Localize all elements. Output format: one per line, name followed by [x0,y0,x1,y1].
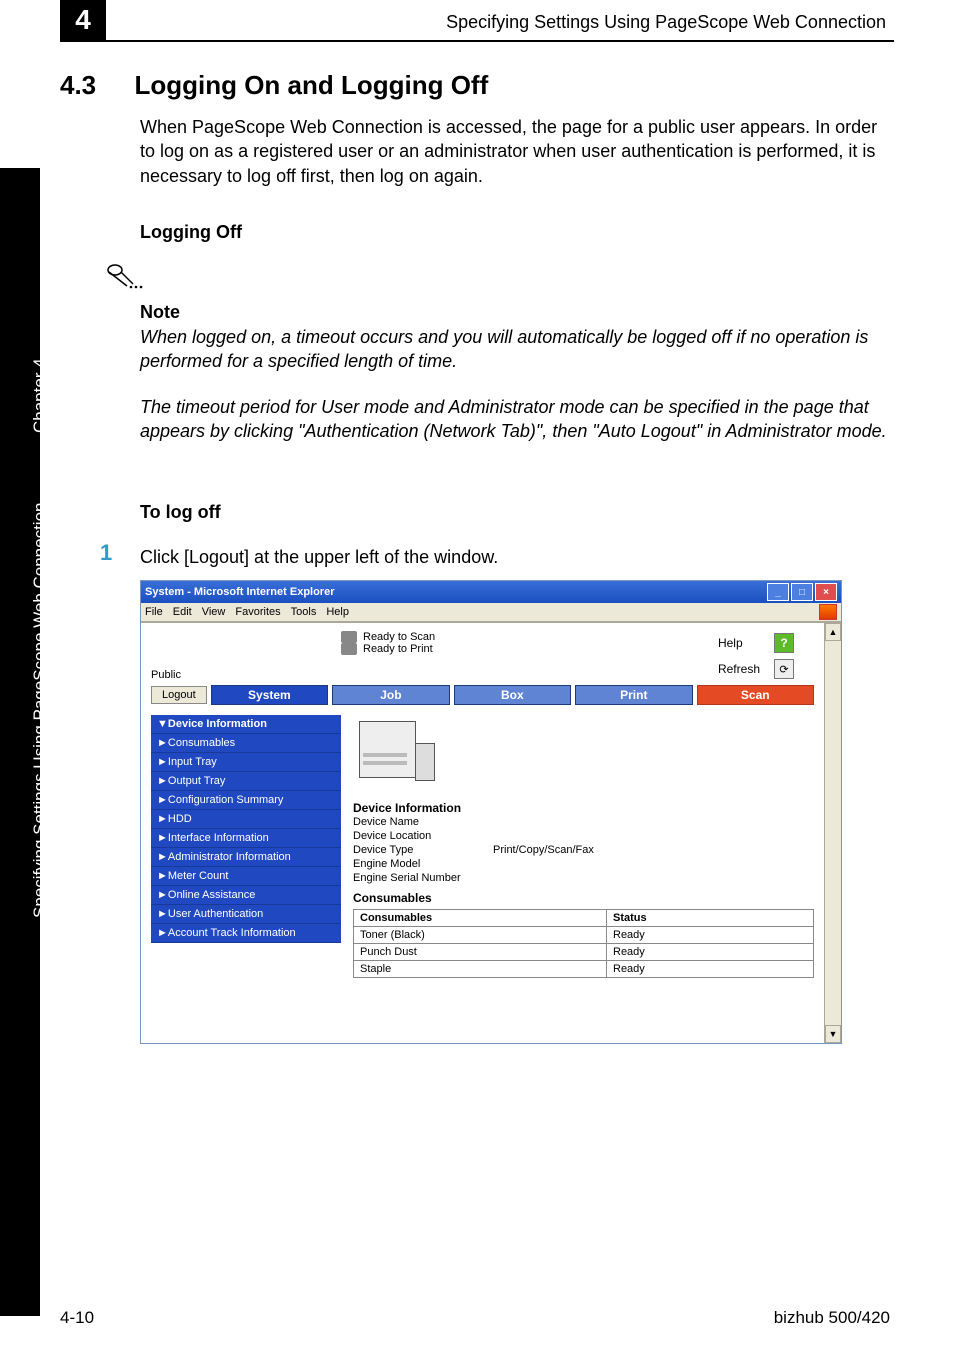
nav-admin-info[interactable]: ►Administrator Information [151,848,341,867]
sidebar-chapter-label: Chapter 4 [30,358,50,433]
consumables-title: Consumables [353,891,814,905]
table-row: Staple Ready [354,961,814,978]
window-titlebar[interactable]: System - Microsoft Internet Explorer _ □… [141,581,841,603]
sidebar-title-label: Specifying Settings Using PageScope Web … [30,503,50,919]
nav-input-tray[interactable]: ►Input Tray [151,753,341,772]
printer-icon [341,643,357,655]
consumables-table: Consumables Status Toner (Black) Ready P… [353,909,814,978]
menu-help[interactable]: Help [326,606,349,618]
cell-toner-status: Ready [607,927,814,944]
tab-scan[interactable]: Scan [697,685,814,705]
nav-config-summary[interactable]: ►Configuration Summary [151,791,341,810]
device-type-value: Print/Copy/Scan/Fax [493,844,594,856]
table-head-consumables: Consumables [354,910,607,927]
cell-staple-label: Staple [354,961,607,978]
menu-view[interactable]: View [202,606,226,618]
engine-model-label: Engine Model [353,858,493,870]
note-para1: When logged on, a timeout occurs and you… [140,325,889,374]
device-name-label: Device Name [353,816,493,828]
tab-job[interactable]: Job [332,685,449,705]
note-para2: The timeout period for User mode and Adm… [140,395,889,444]
nav-online-assist[interactable]: ►Online Assistance [151,886,341,905]
cell-staple-status: Ready [607,961,814,978]
public-label: Public [151,669,814,681]
to-log-off-heading: To log off [140,500,889,524]
nav-output-tray[interactable]: ►Output Tray [151,772,341,791]
help-icon[interactable]: ? [774,633,794,653]
logging-off-heading: Logging Off [140,220,889,244]
cell-punch-label: Punch Dust [354,944,607,961]
browser-window: System - Microsoft Internet Explorer _ □… [140,580,842,1044]
browser-content: Ready to Scan Ready to Print Help ? [141,623,824,1043]
device-info-title: Device Information [353,801,814,815]
note-icon [105,262,145,299]
main-panel: Device Information Device Name Device Lo… [353,715,814,978]
nav-meter-count[interactable]: ►Meter Count [151,867,341,886]
intro-paragraph: When PageScope Web Connection is accesse… [140,115,889,188]
section-title: Logging On and Logging Off [134,70,488,101]
step-number-1: 1 [100,540,112,566]
menu-favorites[interactable]: Favorites [235,606,280,618]
status-ready-scan: Ready to Scan [363,631,435,643]
scroll-up-button[interactable]: ▲ [825,623,841,641]
section-number: 4.3 [60,70,130,101]
nav-user-auth[interactable]: ►User Authentication [151,905,341,924]
device-location-label: Device Location [353,830,493,842]
cell-toner-label: Toner (Black) [354,927,607,944]
nav-account-track[interactable]: ►Account Track Information [151,924,341,943]
window-minimize-button[interactable]: _ [767,583,789,601]
tab-system[interactable]: System [211,685,328,705]
step-1-text: Click [Logout] at the upper left of the … [140,545,889,569]
engine-serial-label: Engine Serial Number [353,872,493,884]
logout-button[interactable]: Logout [151,686,207,704]
refresh-icon[interactable]: ⟳ [774,659,794,679]
nav-interface-info[interactable]: ►Interface Information [151,829,341,848]
menu-tools[interactable]: Tools [291,606,317,618]
window-maximize-button[interactable]: □ [791,583,813,601]
header-divider [60,40,894,42]
menu-edit[interactable]: Edit [173,606,192,618]
cell-punch-status: Ready [607,944,814,961]
side-black-bar: Chapter 4 Specifying Settings Using Page… [0,168,40,1316]
printer-icon [341,631,357,643]
ie-logo-icon [819,604,837,620]
status-ready-print: Ready to Print [363,643,433,655]
nav-consumables[interactable]: ►Consumables [151,734,341,753]
chapter-number-box: 4 [60,0,106,40]
device-illustration [353,715,443,795]
help-label[interactable]: Help [718,636,743,650]
vertical-scrollbar[interactable]: ▲ ▼ [824,623,841,1043]
window-close-button[interactable]: × [815,583,837,601]
device-type-label: Device Type [353,844,493,856]
note-label: Note [140,300,889,324]
scroll-down-button[interactable]: ▼ [825,1025,841,1043]
nav-device-information[interactable]: ▼Device Information [151,715,341,734]
tab-box[interactable]: Box [454,685,571,705]
side-nav: ▼Device Information ►Consumables ►Input … [151,715,341,978]
running-header: Specifying Settings Using PageScope Web … [446,12,886,33]
nav-hdd[interactable]: ►HDD [151,810,341,829]
table-head-status: Status [607,910,814,927]
footer-model: bizhub 500/420 [774,1308,890,1328]
refresh-label[interactable]: Refresh [718,662,760,676]
table-row: Toner (Black) Ready [354,927,814,944]
tab-print[interactable]: Print [575,685,692,705]
menu-bar[interactable]: File Edit View Favorites Tools Help [141,603,841,622]
table-row: Punch Dust Ready [354,944,814,961]
menu-file[interactable]: File [145,606,163,618]
footer-page-number: 4-10 [60,1308,94,1328]
window-title: System - Microsoft Internet Explorer [145,586,335,598]
chapter-number: 4 [75,4,91,36]
